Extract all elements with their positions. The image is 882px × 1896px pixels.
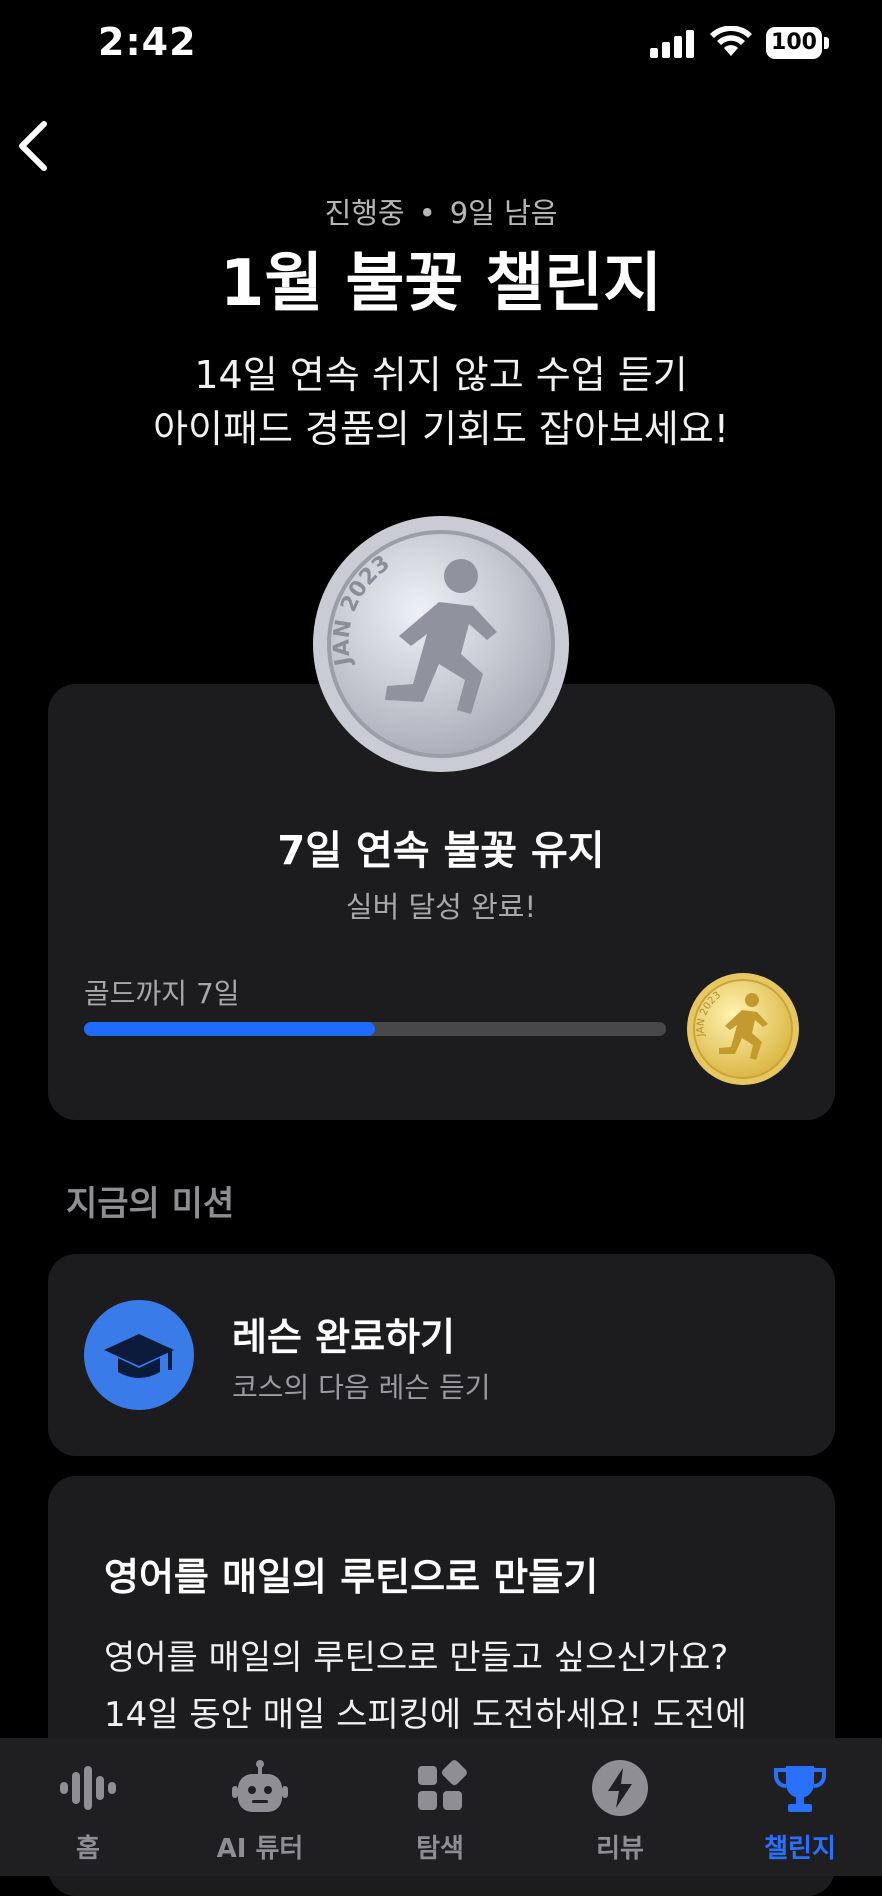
tab-label: 챌린지 xyxy=(764,1834,836,1864)
silver-medal-icon: JAN 2023 xyxy=(313,516,569,772)
tab-bar: 홈 AI 튜터 탐색 리뷰 챌린지 xyxy=(0,1738,882,1876)
mission-title: 레슨 완료하기 xyxy=(232,1315,455,1359)
separator-dot: • xyxy=(418,196,436,230)
tab-challenge[interactable]: 챌린지 xyxy=(712,1738,882,1876)
next-goal-label: 골드까지 7일 xyxy=(84,977,240,1010)
gold-medal-icon: JAN 2023 xyxy=(687,973,799,1085)
status-label: 진행중 xyxy=(324,196,405,230)
routine-body-line: 영어를 매일의 루틴으로 만들고 싶으신가요? xyxy=(104,1638,729,1678)
description-line: 아이패드 경품의 기회도 잡아보세요! xyxy=(153,407,729,451)
challenge-description: 14일 연속 쉬지 않고 수업 듣기 아이패드 경품의 기회도 잡아보세요! xyxy=(0,348,882,456)
wifi-icon xyxy=(710,26,752,56)
mission-subtitle: 코스의 다음 레슨 듣기 xyxy=(232,1371,491,1404)
status-time: 2:42 xyxy=(98,20,197,64)
tab-review[interactable]: 리뷰 xyxy=(532,1738,708,1876)
streak-title: 7일 연속 불꽃 유지 xyxy=(277,828,605,874)
streak-subtitle: 실버 달성 완료! xyxy=(345,890,537,924)
graduation-cap-icon xyxy=(104,1334,174,1378)
robot-icon xyxy=(232,1760,288,1812)
section-title: 지금의 미션 xyxy=(66,1184,235,1224)
waveform-icon xyxy=(60,1766,116,1810)
routine-title: 영어를 매일의 루틴으로 만들기 xyxy=(104,1555,599,1599)
description-line: 14일 연속 쉬지 않고 수업 듣기 xyxy=(194,353,688,397)
tab-explore[interactable]: 탐색 xyxy=(352,1738,528,1876)
back-button[interactable] xyxy=(10,118,60,174)
progress-bar xyxy=(84,1022,666,1036)
routine-body-line: 14일 동안 매일 스피킹에 도전하세요! 도전에 xyxy=(104,1695,747,1735)
tab-ai-tutor[interactable]: AI 튜터 xyxy=(172,1738,348,1876)
grid-icon xyxy=(418,1760,467,1810)
page-title: 1월 불꽃 챌린지 xyxy=(219,247,663,321)
tab-label: 탐색 xyxy=(416,1834,464,1864)
tab-label: 홈 xyxy=(76,1834,100,1864)
tab-label: 리뷰 xyxy=(596,1834,644,1864)
days-left-label: 9일 남음 xyxy=(449,196,558,230)
battery-indicator: 100 xyxy=(766,27,830,59)
tab-home[interactable]: 홈 xyxy=(0,1738,176,1876)
progress-bar-fill xyxy=(84,1022,375,1036)
battery-level: 100 xyxy=(766,27,822,59)
status-bar: 2:42 100 xyxy=(0,0,882,90)
challenge-status-row: 진행중 • 9일 남음 xyxy=(0,190,882,232)
routine-body: 영어를 매일의 루틴으로 만들고 싶으신가요? 14일 동안 매일 스피킹에 도… xyxy=(104,1630,804,1744)
tab-label: AI 튜터 xyxy=(216,1834,304,1864)
cellular-signal-icon xyxy=(650,30,694,58)
bolt-icon xyxy=(592,1760,648,1816)
mission-icon-badge xyxy=(84,1300,194,1410)
trophy-icon xyxy=(774,1766,826,1812)
